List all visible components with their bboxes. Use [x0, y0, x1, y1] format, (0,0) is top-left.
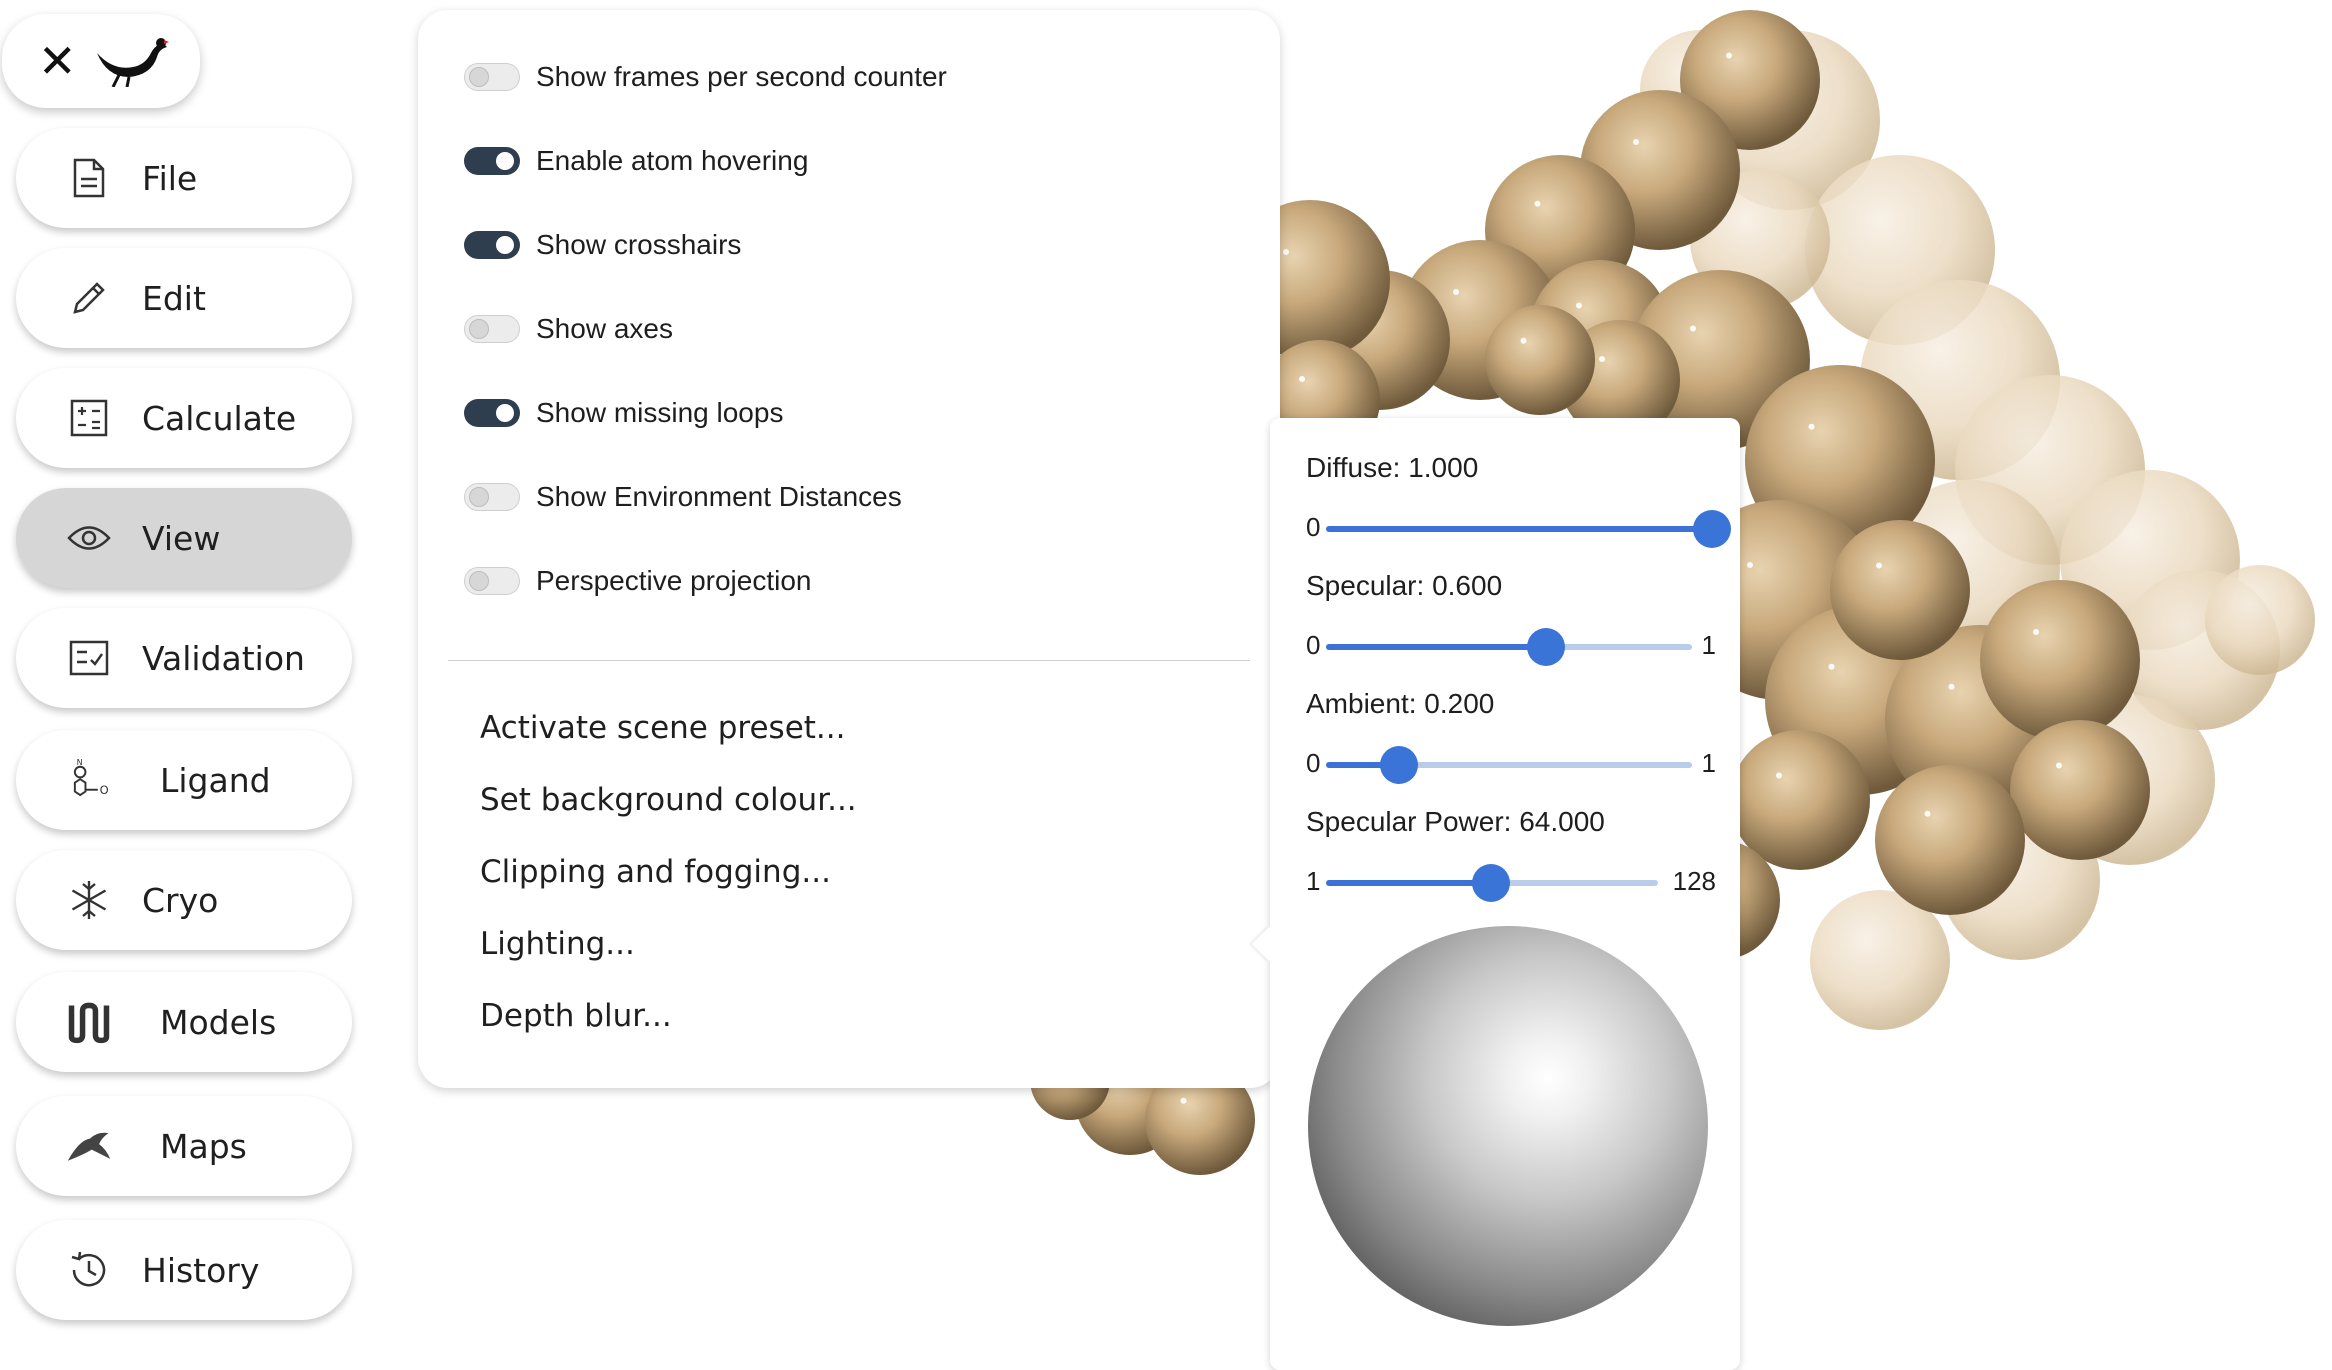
menu-item-depth-blur[interactable]: Depth blur... [480, 998, 672, 1034]
bird-logo-icon [93, 31, 169, 91]
lighting-preview-sphere [1308, 926, 1708, 1326]
toggle-crosshairs[interactable]: Show crosshairs [464, 220, 741, 270]
sidebar-item-history[interactable]: History [16, 1220, 352, 1320]
toggle-switch[interactable] [464, 147, 520, 175]
sidebar-item-file[interactable]: File [16, 128, 352, 228]
specular-power-slider[interactable]: 1 128 [1306, 862, 1716, 902]
slider-min: 1 [1306, 866, 1321, 896]
pencil-icon [66, 275, 112, 321]
toggle-switch[interactable] [464, 231, 520, 259]
slider-min: 0 [1306, 512, 1321, 542]
sidebar-item-calculate[interactable]: Calculate [16, 368, 352, 468]
slider-min: 0 [1306, 748, 1321, 778]
toggle-switch[interactable] [464, 315, 520, 343]
toggle-axes[interactable]: Show axes [464, 304, 673, 354]
sidebar-item-edit[interactable]: Edit [16, 248, 352, 348]
diffuse-slider[interactable]: 0 [1306, 508, 1731, 548]
sidebar-item-view[interactable]: View [16, 488, 352, 588]
slider-thumb[interactable] [1380, 746, 1419, 784]
sidebar-item-label: View [142, 518, 221, 558]
toggle-missing-loops[interactable]: Show missing loops [464, 388, 783, 438]
slider-thumb[interactable] [1471, 864, 1510, 902]
file-icon [66, 155, 112, 201]
diffuse-label: Diffuse: 1.000 [1306, 452, 1479, 483]
ambient-label: Ambient: 0.200 [1306, 688, 1495, 719]
sidebar-item-label: Cryo [142, 880, 219, 920]
snowflake-icon [66, 877, 112, 923]
toggle-label: Show crosshairs [536, 229, 742, 260]
slider-track[interactable] [1326, 510, 1731, 548]
menu-item-scene-preset[interactable]: Activate scene preset... [480, 710, 846, 746]
checklist-icon [66, 635, 112, 681]
slider-track[interactable] [1326, 746, 1692, 784]
close-icon[interactable]: ✕ [38, 38, 77, 84]
toggle-label: Show frames per second counter [536, 61, 947, 92]
toggle-switch[interactable] [464, 63, 520, 91]
ambient-slider[interactable]: 0 1 [1306, 744, 1716, 784]
sidebar-item-label: History [142, 1250, 260, 1290]
slider-max: 1 [1701, 630, 1716, 660]
sidebar-item-models[interactable]: Models [16, 972, 352, 1072]
slider-fill [1326, 644, 1546, 650]
toggle-label: Perspective projection [536, 565, 812, 596]
menu-item-clipping-fogging[interactable]: Clipping and fogging... [480, 854, 831, 890]
toggle-switch[interactable] [464, 399, 520, 427]
sidebar-item-label: Maps [160, 1126, 247, 1166]
toggle-label: Show Environment Distances [536, 481, 902, 512]
sidebar-item-validation[interactable]: Validation [16, 608, 352, 708]
sidebar-item-cryo[interactable]: Cryo [16, 850, 352, 950]
toggle-label: Show missing loops [536, 397, 784, 428]
slider-fill [1326, 526, 1712, 532]
toggle-perspective-projection[interactable]: Perspective projection [464, 556, 811, 606]
sidebar-item-label: Ligand [160, 760, 271, 800]
slider-min: 0 [1306, 630, 1321, 660]
slider-track[interactable] [1326, 864, 1658, 902]
molecule-icon: ON [66, 757, 112, 803]
specular-power-label: Specular Power: 64.000 [1306, 806, 1605, 837]
toggle-atom-hovering[interactable]: Enable atom hovering [464, 136, 808, 186]
menu-item-background-colour[interactable]: Set background colour... [480, 782, 857, 818]
toggle-environment-distances[interactable]: Show Environment Distances [464, 472, 902, 522]
svg-text:O: O [100, 783, 109, 797]
slider-thumb[interactable] [1693, 510, 1731, 548]
specular-slider[interactable]: 0 1 [1306, 626, 1716, 666]
menu-item-lighting[interactable]: Lighting... [480, 926, 635, 962]
toggle-switch[interactable] [464, 567, 520, 595]
toggle-fps-counter[interactable]: Show frames per second counter [464, 52, 947, 102]
slider-track[interactable] [1326, 628, 1692, 666]
sidebar-item-label: Models [160, 1002, 277, 1042]
app-logo-chip[interactable]: ✕ [2, 14, 200, 108]
slider-fill [1326, 880, 1491, 886]
models-icon [66, 999, 112, 1045]
sidebar-item-maps[interactable]: Maps [16, 1096, 352, 1196]
slider-max: 1 [1701, 748, 1716, 778]
lighting-panel: Diffuse: 1.000 0 Specular: 0.600 0 1 Amb… [1270, 418, 1740, 1370]
history-icon [66, 1247, 112, 1293]
toggle-label: Show axes [536, 313, 673, 344]
svg-text:N: N [77, 758, 83, 767]
eye-icon [66, 515, 112, 561]
specular-label: Specular: 0.600 [1306, 570, 1503, 601]
calculator-icon [66, 395, 112, 441]
sidebar-item-label: File [142, 158, 198, 198]
slider-thumb[interactable] [1526, 628, 1565, 666]
sidebar-item-label: Validation [142, 638, 305, 678]
maps-icon [66, 1123, 112, 1169]
menu-divider [448, 660, 1250, 661]
toggle-label: Enable atom hovering [536, 145, 809, 176]
view-menu: Show frames per second counter Enable at… [418, 10, 1280, 1088]
toggle-switch[interactable] [464, 483, 520, 511]
sidebar-item-label: Edit [142, 278, 206, 318]
sidebar-item-label: Calculate [142, 398, 297, 438]
sidebar-item-ligand[interactable]: ON Ligand [16, 730, 352, 830]
slider-max: 128 [1672, 866, 1716, 896]
